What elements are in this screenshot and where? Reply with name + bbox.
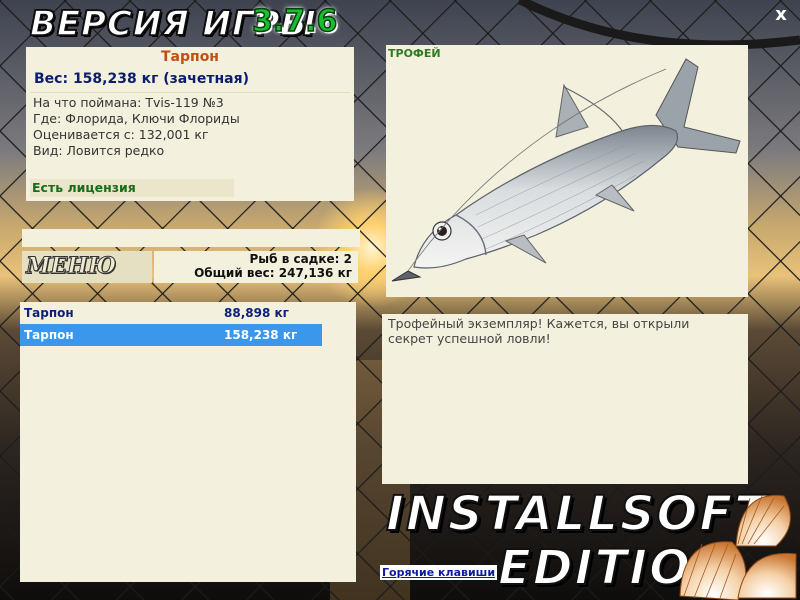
list-item-name: Тарпон bbox=[24, 306, 74, 320]
menu-stats-panel: МЕНЮ Рыб в садке: 2 Общий вес: 247,136 к… bbox=[22, 229, 360, 285]
menu-button[interactable]: МЕНЮ bbox=[22, 251, 152, 283]
list-item-weight: 158,238 кг bbox=[224, 328, 298, 342]
catch-stats: Рыб в садке: 2 Общий вес: 247,136 кг bbox=[154, 251, 358, 283]
caught-with: На что поймана: Tvis-119 №3 bbox=[33, 95, 224, 110]
list-item[interactable]: Тарпон 158,238 кг bbox=[20, 324, 322, 346]
hotkeys-link[interactable]: Горячие клавиши bbox=[380, 565, 498, 580]
license-status: Есть лицензия bbox=[32, 180, 136, 195]
list-item-weight: 88,898 кг bbox=[224, 306, 289, 320]
close-icon: x bbox=[775, 4, 787, 25]
tarpon-fish-image bbox=[391, 58, 741, 282]
catch-location: Где: Флорида, Ключи Флориды bbox=[33, 111, 240, 126]
list-item[interactable]: Тарпон 88,898 кг bbox=[20, 302, 322, 324]
trophy-description: Трофейный экземпляр! Кажется, вы открыли… bbox=[388, 316, 690, 346]
list-item-name: Тарпон bbox=[24, 328, 74, 342]
license-bar: Есть лицензия bbox=[30, 179, 234, 197]
fish-kind: Вид: Ловится редко bbox=[33, 143, 165, 158]
fish-weight: Вес: 158,238 кг (зачетная) bbox=[34, 71, 249, 87]
menu-top-bar bbox=[22, 229, 360, 247]
catch-list-panel: Тарпон 88,898 кг Тарпон 158,238 кг bbox=[20, 302, 356, 582]
fish-name: Тарпон bbox=[161, 49, 219, 65]
trophy-panel: ТРОФЕЙ bbox=[386, 45, 748, 297]
seashells-decoration bbox=[679, 494, 797, 600]
menu-label: МЕНЮ bbox=[25, 253, 117, 280]
rated-from: Оценивается с: 132,001 кг bbox=[33, 127, 209, 142]
divider bbox=[30, 92, 350, 93]
fish-count: Рыб в садке: 2 bbox=[249, 252, 353, 266]
trophy-description-panel: Трофейный экземпляр! Кажется, вы открыли… bbox=[382, 314, 748, 484]
fish-info-panel: Тарпон Вес: 158,238 кг (зачетная) На что… bbox=[26, 47, 354, 201]
game-version-number: 3.7.6 bbox=[251, 3, 338, 40]
total-weight: Общий вес: 247,136 кг bbox=[194, 266, 352, 280]
close-button[interactable]: x bbox=[770, 4, 792, 26]
